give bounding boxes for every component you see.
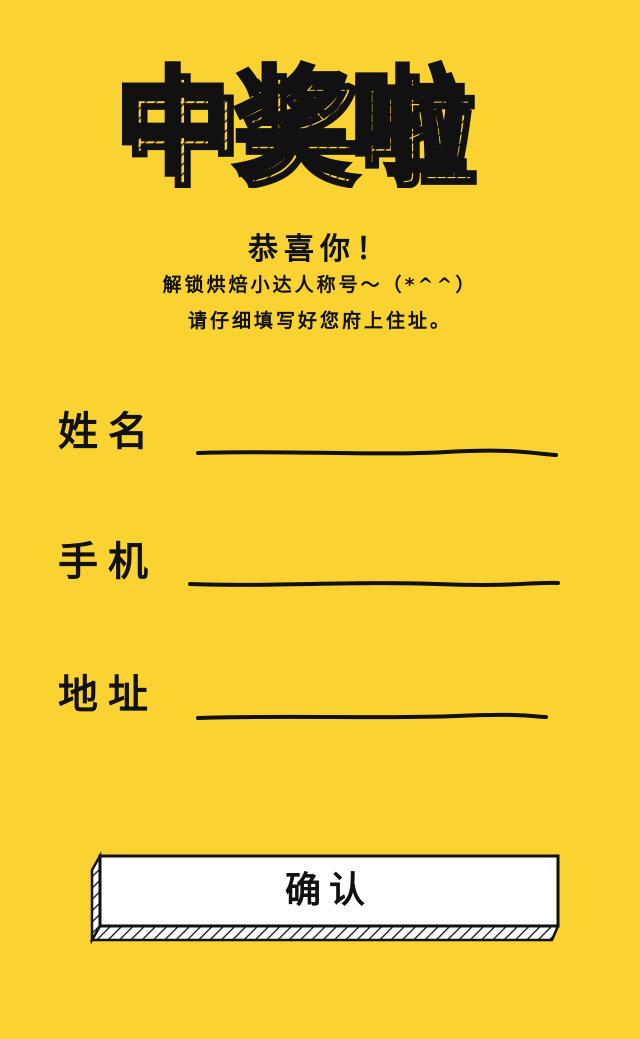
confirm-button[interactable]: 确认 [86, 848, 564, 952]
phone-field-row: 手机 [58, 534, 578, 604]
name-label: 姓名 [58, 409, 158, 455]
title-text: 中奖啦 [114, 54, 468, 188]
address-label: 地址 [58, 672, 158, 718]
congrats-subtitle: 解锁烘焙小达人称号～（*^^） [162, 274, 478, 296]
name-field-row: 姓名 [58, 404, 578, 474]
name-input[interactable] [198, 410, 554, 456]
winner-title: 中奖啦 中奖啦 [110, 48, 550, 189]
address-field-row: 地址 [58, 667, 578, 737]
congrats-heading: 恭喜你！ [248, 232, 392, 267]
phone-label: 手机 [58, 539, 158, 585]
address-input[interactable] [198, 673, 554, 719]
phone-input[interactable] [198, 540, 554, 586]
congrats-instruction: 请仔细填写好您府上住址。 [187, 310, 452, 332]
confirm-button-label: 确认 [284, 870, 373, 911]
